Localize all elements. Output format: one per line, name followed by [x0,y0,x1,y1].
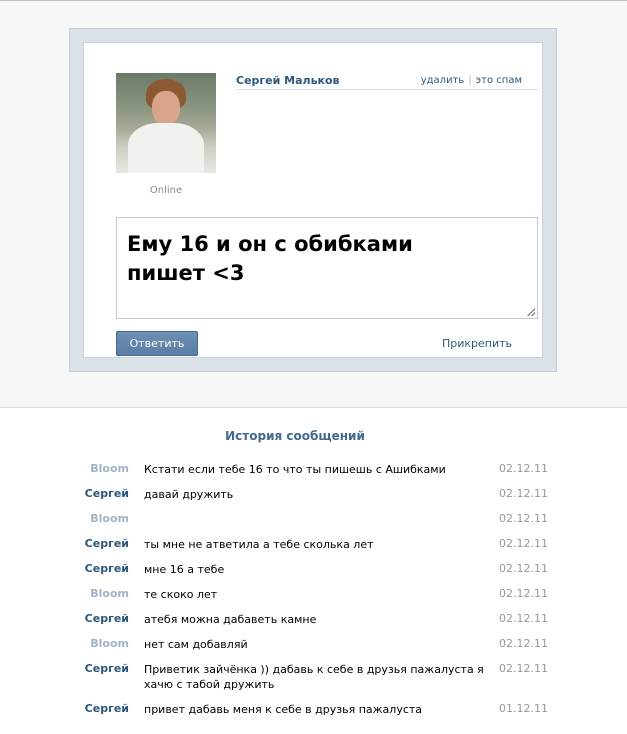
history-text: те скоко лет [144,588,218,601]
history-author[interactable]: Bloom [49,637,129,650]
history-author[interactable]: Bloom [49,512,129,525]
avatar-face [152,91,180,125]
history-author[interactable]: Bloom [49,587,129,600]
history-date: 02.12.11 [499,537,548,550]
history-title: История сообщений [225,429,365,443]
history-date: 02.12.11 [499,637,548,650]
message-actions: удалить | это спам [421,75,522,86]
resize-grip-icon[interactable] [527,308,535,316]
history-date: 02.12.11 [499,462,548,475]
history-date: 02.12.11 [499,512,548,525]
reply-button[interactable]: Ответить [116,331,198,356]
avatar[interactable] [116,73,216,173]
online-status: Online [149,185,183,196]
attach-link[interactable]: Прикрепить [442,337,512,350]
history-text: атебя можна дабаветь камне [144,613,317,626]
history-date: 01.12.11 [499,702,548,715]
history-author[interactable]: Bloom [49,462,129,475]
history-date: 02.12.11 [499,612,548,625]
reply-textarea[interactable]: Ему 16 и он с обибками пишет <3 [116,217,538,319]
delete-link[interactable]: удалить [421,75,465,86]
message-view-area: Online Сергей Мальков удалить | это спам Е… [0,0,627,408]
history-author[interactable]: Сергей [49,487,129,500]
message-card: Online Сергей Мальков удалить | это спам Е… [83,42,543,358]
history-text: давай дружить [144,488,234,501]
link-separator: | [468,75,472,86]
history-text: ты мне не атветила а тебе сколька лет [144,538,374,551]
history-date: 02.12.11 [499,662,548,675]
message-text: Ему 16 и он с обибками пишет <3 [127,232,413,285]
history-text: Кстати если тебе 16 то что ты пишешь с А… [144,463,446,476]
spam-link[interactable]: это спам [476,75,522,86]
history-author[interactable]: Сергей [49,662,129,675]
history-text: нет сам добавляй [144,638,248,651]
history-author[interactable]: Сергей [49,537,129,550]
history-author[interactable]: Сергей [49,562,129,575]
history-date: 02.12.11 [499,487,548,500]
history-date: 02.12.11 [499,562,548,575]
avatar-shirt [128,123,204,173]
header-divider [236,89,538,90]
message-card-frame: Online Сергей Мальков удалить | это спам Е… [69,28,557,372]
history-author[interactable]: Сергей [49,702,129,715]
history-text: Приветик зайчёнка )) дабавь к себе в дру… [144,663,484,691]
history-author[interactable]: Сергей [49,612,129,625]
history-text: привет дабавь меня к себе в друзья пажал… [144,703,423,716]
history-text: мне 16 а тебе [144,563,225,576]
sender-name-link[interactable]: Сергей Мальков [236,74,340,87]
history-date: 02.12.11 [499,587,548,600]
